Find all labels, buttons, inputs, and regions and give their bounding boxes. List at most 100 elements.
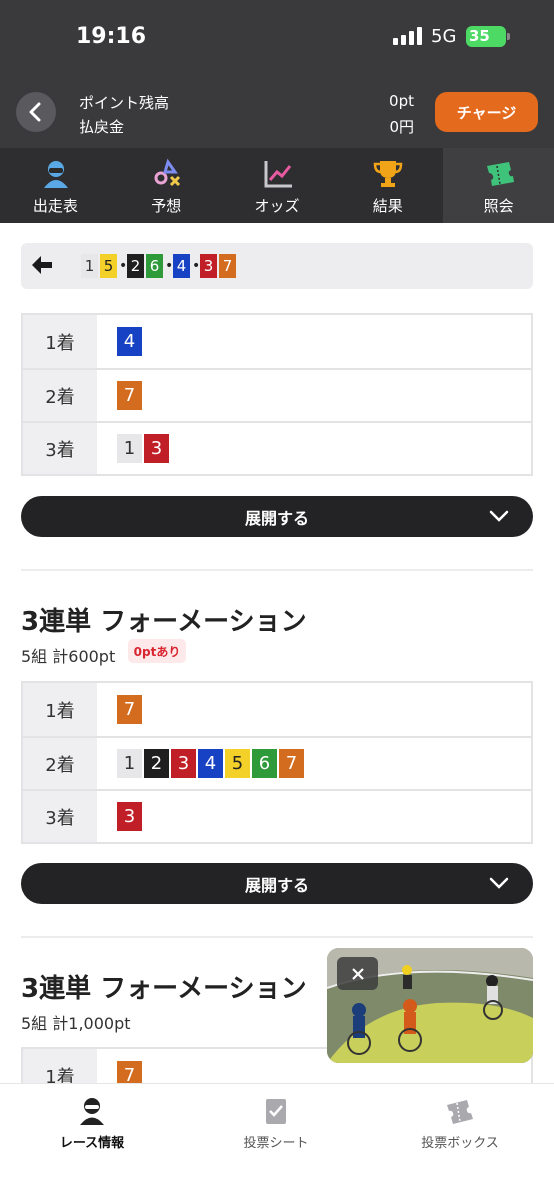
result-number: 3 xyxy=(200,254,217,278)
section-divider xyxy=(21,569,533,571)
tab-prediction[interactable]: 予想 xyxy=(111,148,222,223)
result-number: 6 xyxy=(146,254,163,278)
result-strip: 1 5 • 2 6 • 4 • 3 7 xyxy=(21,243,533,289)
result-number: 5 xyxy=(100,254,117,278)
nav-race-info[interactable]: レース情報 xyxy=(0,1094,184,1154)
vote-sheet-icon xyxy=(266,1099,286,1124)
racer-icon xyxy=(44,161,68,188)
close-button[interactable] xyxy=(337,957,378,990)
tab-odds[interactable]: オッズ xyxy=(222,148,333,223)
placement-label: 2着 xyxy=(23,370,97,421)
result-number: 1 xyxy=(81,254,98,278)
bike-number: 7 xyxy=(117,695,142,724)
expand-label: 展開する xyxy=(244,875,309,895)
page: 19:16 5G 35 ポイント残高 払戻金 0pt 0円 チャージ 出走表 予… xyxy=(0,0,554,1200)
expand-label: 展開する xyxy=(244,508,309,528)
tab-label: 出走表 xyxy=(32,197,78,215)
refund-value: 0円 xyxy=(389,118,414,136)
placement-numbers: 1 2 3 4 5 6 7 xyxy=(97,738,531,789)
bike-number: 1 xyxy=(117,434,142,463)
battery-icon: 35 xyxy=(466,26,510,47)
result-number: 7 xyxy=(219,254,236,278)
nav-vote-box[interactable]: 投票ボックス xyxy=(368,1094,552,1154)
back-button[interactable] xyxy=(16,92,56,132)
signal-icon xyxy=(393,27,422,45)
odds-chart-icon xyxy=(264,161,292,188)
bike-number: 2 xyxy=(144,749,169,778)
arrow-left-icon[interactable] xyxy=(31,255,53,275)
nav-vote-sheet[interactable]: 投票シート xyxy=(184,1094,368,1154)
placement-label: 3着 xyxy=(23,423,97,474)
placement-numbers: 4 xyxy=(97,315,531,368)
bike-number: 6 xyxy=(252,749,277,778)
status-badge: 0ptあり xyxy=(128,639,186,663)
tab-inquiry[interactable]: 照会 xyxy=(443,148,554,223)
bet-title: 3連単 フォーメーション xyxy=(21,607,307,637)
chevron-left-icon xyxy=(29,102,41,122)
bike-number: 4 xyxy=(198,749,223,778)
table-row: 1着 7 xyxy=(23,683,531,736)
status-time: 19:16 xyxy=(76,24,147,49)
result-number: 2 xyxy=(127,254,144,278)
charge-button[interactable]: チャージ xyxy=(435,92,538,132)
prediction-icon xyxy=(154,158,180,187)
placement-label: 1着 xyxy=(23,315,97,368)
points-label: ポイント残高 xyxy=(79,94,170,112)
chevron-down-icon xyxy=(489,510,509,522)
bike-number: 5 xyxy=(225,749,250,778)
chevron-down-icon xyxy=(489,877,509,889)
tab-entries[interactable]: 出走表 xyxy=(0,148,111,223)
nav-label: 投票シート xyxy=(243,1136,309,1151)
tab-label: オッズ xyxy=(254,197,300,215)
placement-table: 1着 4 2着 7 3着 1 3 xyxy=(21,313,533,476)
bike-number: 1 xyxy=(117,749,142,778)
placement-table: 1着 7 2着 1 2 3 4 5 6 7 3着 3 xyxy=(21,681,533,844)
placement-numbers: 1 3 xyxy=(97,423,531,474)
bike-number: 4 xyxy=(117,327,142,356)
bike-number: 7 xyxy=(117,381,142,410)
placement-numbers: 3 xyxy=(97,791,531,842)
bet-summary: 5組 計600pt xyxy=(21,647,116,666)
table-row: 1着 4 xyxy=(23,315,531,368)
bet-summary: 5組 計1,000pt xyxy=(21,1014,131,1033)
table-row: 3着 3 xyxy=(23,789,531,842)
separator-dot: • xyxy=(192,258,201,274)
battery-level: 35 xyxy=(469,27,490,45)
nav-label: 投票ボックス xyxy=(421,1136,499,1151)
placement-numbers: 7 xyxy=(97,370,531,421)
tab-results[interactable]: 結果 xyxy=(332,148,443,223)
app-header: 19:16 5G 35 ポイント残高 払戻金 0pt 0円 チャージ xyxy=(0,0,554,148)
points-value: 0pt xyxy=(389,92,414,110)
placement-label: 3着 xyxy=(23,791,97,842)
tab-label: 結果 xyxy=(372,197,403,215)
bottom-nav: レース情報 投票シート 投票ボックス xyxy=(0,1083,554,1200)
race-video-player[interactable] xyxy=(327,948,533,1063)
table-row: 2着 7 xyxy=(23,368,531,421)
placement-label: 1着 xyxy=(23,683,97,736)
result-number: 4 xyxy=(173,254,190,278)
network-label: 5G xyxy=(431,26,457,47)
section-divider xyxy=(21,936,533,938)
vote-box-icon xyxy=(447,1100,473,1124)
expand-button[interactable]: 展開する xyxy=(21,863,533,904)
placement-label: 2着 xyxy=(23,738,97,789)
trophy-icon xyxy=(374,161,403,187)
bike-number: 3 xyxy=(117,802,142,831)
close-icon xyxy=(351,967,364,980)
refund-label: 払戻金 xyxy=(79,118,125,136)
tab-label: 照会 xyxy=(483,197,514,215)
bike-number: 7 xyxy=(279,749,304,778)
expand-button[interactable]: 展開する xyxy=(21,496,533,537)
table-row: 3着 1 3 xyxy=(23,421,531,474)
tab-label: 予想 xyxy=(151,197,182,215)
separator-dot: • xyxy=(119,258,128,274)
result-numbers: 1 5 • 2 6 • 4 • 3 7 xyxy=(81,254,238,278)
separator-dot: • xyxy=(165,258,174,274)
top-tab-bar: 出走表 予想 オッズ 結果 照会 xyxy=(0,148,554,223)
bike-number: 3 xyxy=(144,434,169,463)
bet-title: 3連単 フォーメーション xyxy=(21,974,307,1004)
placement-numbers: 7 xyxy=(97,683,531,736)
ticket-icon xyxy=(487,162,515,186)
bike-number: 3 xyxy=(171,749,196,778)
table-row: 2着 1 2 3 4 5 6 7 xyxy=(23,736,531,789)
